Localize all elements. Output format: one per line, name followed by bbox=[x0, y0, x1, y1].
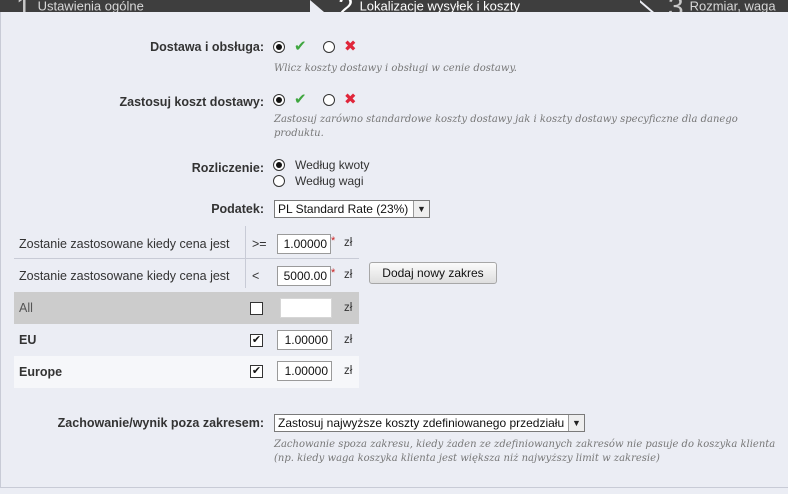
tax-select[interactable]: PL Standard Rate (23%) ▼ bbox=[274, 200, 430, 218]
apply-shipping-cost-help-line2: produktu. bbox=[274, 128, 324, 139]
range-to-currency: zł bbox=[344, 269, 353, 281]
shipping-handling-label: Dostawa i obsługa: bbox=[150, 40, 264, 54]
range-to-input[interactable]: 5000.00 bbox=[277, 266, 331, 286]
check-icon: ✔ bbox=[294, 38, 307, 55]
zone-eu-price-input[interactable]: 1.00000 bbox=[277, 330, 332, 350]
required-marker: * bbox=[331, 267, 336, 279]
zone-europe-price-input[interactable]: 1.00000 bbox=[277, 361, 332, 381]
out-of-range-label: Zachowanie/wynik poza zakresem: bbox=[57, 416, 264, 430]
zone-row-all: All zł bbox=[14, 292, 359, 324]
range-row-divider bbox=[14, 258, 359, 259]
step-2-label: Lokalizacje wysyłek i koszty bbox=[359, 0, 520, 12]
step-3-number: 3 bbox=[668, 0, 684, 12]
step-1-label: Ustawienia ogólne bbox=[37, 0, 144, 12]
step-1-number: 1 bbox=[16, 0, 32, 12]
zone-row-eu: EU ✔ 1.00000 zł bbox=[14, 324, 359, 356]
range-row1-label: Zostanie zastosowane kiedy cena jest bbox=[19, 237, 230, 251]
zone-europe-checkbox[interactable]: ✔ bbox=[250, 365, 263, 378]
zone-all-checkbox[interactable] bbox=[250, 302, 263, 315]
step-2-number: 2 bbox=[338, 0, 354, 12]
check-icon: ✔ bbox=[294, 91, 307, 108]
zone-eu-checkbox[interactable]: ✔ bbox=[250, 334, 263, 347]
required-marker: * bbox=[331, 235, 336, 247]
step-2[interactable]: 2 Lokalizacje wysyłek i koszty bbox=[338, 0, 520, 12]
apply-shipping-cost-help-line1: Zastosuj zarówno standardowe koszty dost… bbox=[274, 114, 738, 125]
tax-label: Podatek: bbox=[211, 202, 264, 216]
range-from-currency: zł bbox=[344, 237, 353, 249]
shipping-handling-yes-radio[interactable] bbox=[273, 41, 285, 53]
out-of-range-select-value: Zastosuj najwyższe koszty zdefiniowanego… bbox=[278, 416, 565, 430]
zone-name: EU bbox=[19, 333, 37, 347]
apply-shipping-cost-yes-radio[interactable] bbox=[273, 94, 285, 106]
step-3[interactable]: 3 Rozmiar, waga bbox=[668, 0, 776, 12]
range-row1-operator: >= bbox=[252, 237, 267, 251]
step-separator bbox=[310, 0, 324, 12]
cross-icon: ✖ bbox=[344, 38, 357, 55]
range-divider bbox=[245, 226, 246, 288]
shipping-handling-no-radio[interactable] bbox=[323, 41, 335, 53]
tax-select-value: PL Standard Rate (23%) bbox=[278, 202, 409, 216]
billing-label: Rozliczenie: bbox=[191, 161, 264, 175]
billing-by-price-label: Według kwoty bbox=[295, 158, 370, 172]
zone-currency: zł bbox=[344, 334, 353, 346]
zone-row-europe: Europe ✔ 1.00000 zł bbox=[14, 356, 359, 388]
zone-name: All bbox=[19, 301, 33, 315]
zone-currency: zł bbox=[344, 302, 353, 314]
cross-icon: ✖ bbox=[344, 91, 357, 108]
out-of-range-select[interactable]: Zastosuj najwyższe koszty zdefiniowanego… bbox=[274, 414, 585, 432]
range-from-input[interactable]: 1.00000 bbox=[277, 234, 331, 254]
add-range-button[interactable]: Dodaj nowy zakres bbox=[369, 262, 497, 284]
step-3-label: Rozmiar, waga bbox=[689, 0, 776, 12]
zone-currency: zł bbox=[344, 365, 353, 377]
zone-all-price-input[interactable] bbox=[280, 298, 332, 318]
billing-by-weight-label: Według wagi bbox=[295, 174, 364, 188]
dropdown-arrow-icon: ▼ bbox=[413, 201, 429, 217]
range-row2-operator: < bbox=[252, 269, 260, 283]
billing-by-price-radio[interactable] bbox=[273, 159, 285, 171]
step-1[interactable]: 1 Ustawienia ogólne bbox=[16, 0, 144, 12]
zone-name: Europe bbox=[19, 365, 63, 379]
wizard-steps-bar: 1 Ustawienia ogólne 2 Lokalizacje wysyłek … bbox=[0, 0, 788, 12]
out-of-range-help-line2: (np. kiedy waga koszyka klienta jest wię… bbox=[274, 453, 660, 464]
range-row2-label: Zostanie zastosowane kiedy cena jest bbox=[19, 269, 230, 283]
dropdown-arrow-icon: ▼ bbox=[568, 415, 584, 431]
step-separator-inner bbox=[637, 0, 651, 12]
shipping-handling-help: Wlicz koszty dostawy i obsługi w cenie d… bbox=[274, 63, 517, 74]
apply-shipping-cost-no-radio[interactable] bbox=[323, 94, 335, 106]
out-of-range-help-line1: Zachowanie spoza zakresu, kiedy żaden ze… bbox=[274, 439, 776, 450]
apply-shipping-cost-label: Zastosuj koszt dostawy: bbox=[119, 95, 264, 109]
billing-by-weight-radio[interactable] bbox=[273, 175, 285, 187]
